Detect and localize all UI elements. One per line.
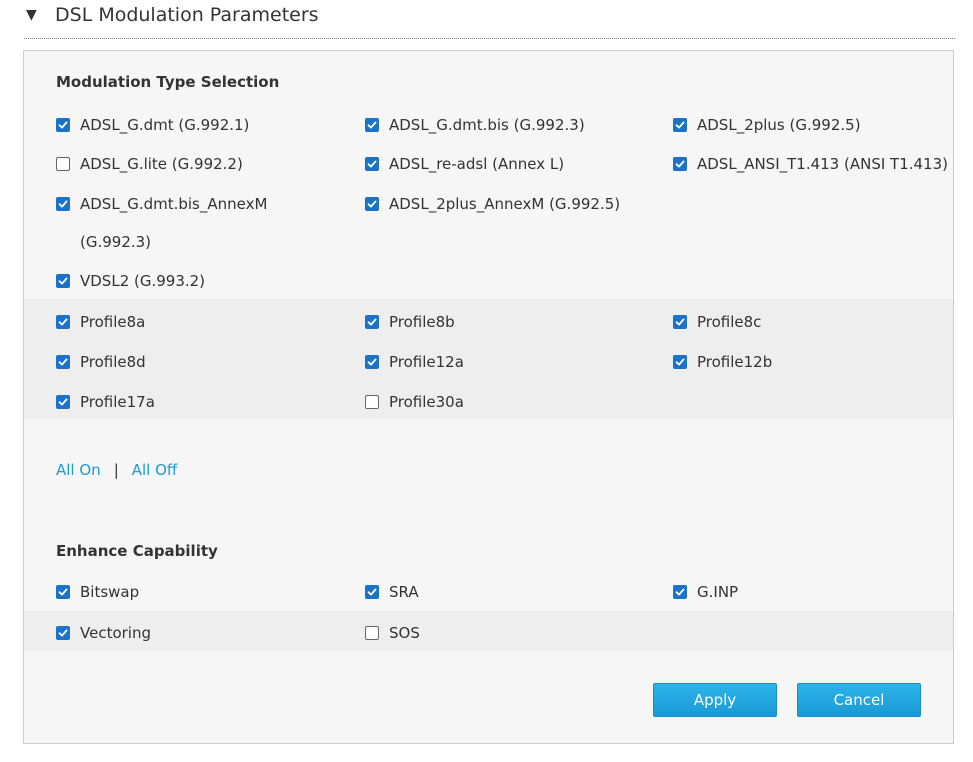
checkbox-icon[interactable]: [365, 355, 379, 369]
checkbox-label: ADSL_G.lite (G.992.2): [80, 155, 243, 173]
checkbox-label: ADSL_2plus_AnnexM (G.992.5): [389, 195, 621, 213]
checkbox-icon[interactable]: [365, 395, 379, 409]
checkbox-label: Profile12b: [697, 353, 773, 371]
checkbox-sra[interactable]: SRA: [365, 581, 419, 611]
checkbox-profile12a[interactable]: Profile12a: [365, 351, 464, 381]
enhance-capability-title: Enhance Capability: [56, 542, 218, 560]
section-header[interactable]: ▼ DSL Modulation Parameters: [24, 0, 955, 39]
modulation-panel: Modulation Type Selection ADSL_G.dmt (G.…: [23, 50, 954, 744]
checkbox-icon[interactable]: [365, 157, 379, 171]
checkbox-label: ADSL_G.dmt.bis (G.992.3): [389, 116, 585, 134]
checkbox-label: ADSL_re-adsl (Annex L): [389, 155, 565, 173]
checkbox-adsl-glite[interactable]: ADSL_G.lite (G.992.2): [56, 153, 243, 183]
checkbox-adsl-2plus[interactable]: ADSL_2plus (G.992.5): [673, 114, 861, 144]
checkbox-label: ADSL_G.dmt (G.992.1): [80, 116, 250, 134]
checkbox-icon[interactable]: [56, 355, 70, 369]
toggle-all-links: All On | All Off: [56, 461, 177, 479]
checkbox-profile8a[interactable]: Profile8a: [56, 311, 145, 341]
checkbox-vectoring[interactable]: Vectoring: [56, 622, 151, 652]
checkbox-icon[interactable]: [673, 585, 687, 599]
checkbox-icon[interactable]: [365, 626, 379, 640]
checkbox-icon[interactable]: [365, 118, 379, 132]
checkbox-icon[interactable]: [365, 585, 379, 599]
profiles-band: [24, 299, 953, 419]
checkbox-icon[interactable]: [673, 118, 687, 132]
checkbox-icon[interactable]: [56, 395, 70, 409]
checkbox-icon[interactable]: [56, 315, 70, 329]
modulation-type-title: Modulation Type Selection: [56, 73, 280, 91]
enhance-band: [24, 611, 953, 651]
checkbox-label: SRA: [389, 583, 419, 601]
section-title: DSL Modulation Parameters: [55, 4, 319, 26]
checkbox-sos[interactable]: SOS: [365, 622, 420, 652]
link-separator: |: [113, 461, 119, 479]
checkbox-label: Profile8b: [389, 313, 455, 331]
checkbox-profile8c[interactable]: Profile8c: [673, 311, 761, 341]
checkbox-ginp[interactable]: G.INP: [673, 581, 738, 611]
checkbox-icon[interactable]: [673, 157, 687, 171]
checkbox-profile8b[interactable]: Profile8b: [365, 311, 455, 341]
checkbox-label: ADSL_G.dmt.bis_AnnexM (G.992.3): [80, 195, 268, 251]
checkbox-label: Profile8d: [80, 353, 146, 371]
all-off-link[interactable]: All Off: [132, 461, 178, 479]
checkbox-icon[interactable]: [673, 355, 687, 369]
checkbox-label: ADSL_2plus (G.992.5): [697, 116, 861, 134]
checkbox-adsl-ansi[interactable]: ADSL_ANSI_T1.413 (ANSI T1.413): [673, 153, 948, 183]
checkbox-label: Vectoring: [80, 624, 151, 642]
collapse-arrow-icon[interactable]: ▼: [26, 7, 37, 23]
checkbox-label: Profile12a: [389, 353, 464, 371]
checkbox-icon[interactable]: [56, 585, 70, 599]
checkbox-label: G.INP: [697, 583, 739, 601]
checkbox-icon[interactable]: [365, 315, 379, 329]
checkbox-icon[interactable]: [56, 118, 70, 132]
checkbox-icon[interactable]: [365, 197, 379, 211]
checkbox-adsl-gdmt[interactable]: ADSL_G.dmt (G.992.1): [56, 114, 249, 144]
checkbox-profile12b[interactable]: Profile12b: [673, 351, 772, 381]
checkbox-icon[interactable]: [56, 626, 70, 640]
checkbox-adsl-gdmt-bis-annexm[interactable]: ADSL_G.dmt.bis_AnnexM (G.992.3): [56, 193, 290, 261]
checkbox-label: Profile30a: [389, 393, 464, 411]
checkbox-label: Bitswap: [80, 583, 140, 601]
cancel-button[interactable]: Cancel: [797, 683, 921, 717]
checkbox-adsl-2plus-annexm[interactable]: ADSL_2plus_AnnexM (G.992.5): [365, 193, 620, 223]
checkbox-icon[interactable]: [673, 315, 687, 329]
checkbox-label: Profile17a: [80, 393, 155, 411]
checkbox-icon[interactable]: [56, 157, 70, 171]
checkbox-label: ADSL_ANSI_T1.413 (ANSI T1.413): [697, 155, 948, 173]
apply-button[interactable]: Apply: [653, 683, 777, 717]
checkbox-vdsl2[interactable]: VDSL2 (G.993.2): [56, 270, 205, 300]
checkbox-icon[interactable]: [56, 197, 70, 211]
checkbox-bitswap[interactable]: Bitswap: [56, 581, 139, 611]
all-on-link[interactable]: All On: [56, 461, 101, 479]
checkbox-adsl-re-adsl[interactable]: ADSL_re-adsl (Annex L): [365, 153, 564, 183]
checkbox-label: VDSL2 (G.993.2): [80, 272, 206, 290]
checkbox-icon[interactable]: [56, 274, 70, 288]
checkbox-label: SOS: [389, 624, 420, 642]
checkbox-label: Profile8a: [80, 313, 146, 331]
checkbox-profile8d[interactable]: Profile8d: [56, 351, 146, 381]
checkbox-adsl-gdmt-bis[interactable]: ADSL_G.dmt.bis (G.992.3): [365, 114, 585, 144]
checkbox-profile30a[interactable]: Profile30a: [365, 391, 464, 421]
checkbox-profile17a[interactable]: Profile17a: [56, 391, 155, 421]
checkbox-label: Profile8c: [697, 313, 762, 331]
